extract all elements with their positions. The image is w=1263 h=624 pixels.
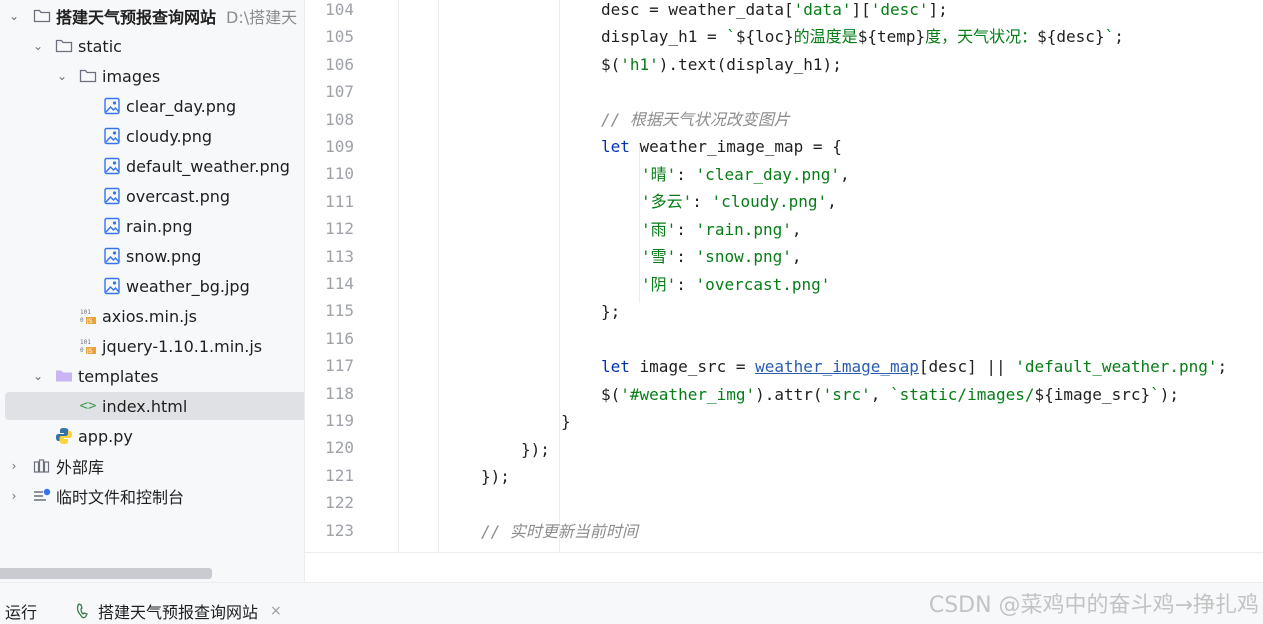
- close-icon[interactable]: ×: [270, 603, 282, 619]
- tree-item-static[interactable]: ⌄ static: [0, 31, 304, 61]
- code-line: });: [481, 467, 510, 486]
- image-file-icon: [102, 156, 122, 176]
- tree-label: templates: [78, 366, 159, 386]
- run-label[interactable]: 运行: [5, 599, 37, 623]
- chevron-down-icon[interactable]: ⌄: [54, 69, 70, 83]
- tree-item-image-file[interactable]: clear_day.png: [0, 91, 304, 121]
- js-file-icon: 101 0 JS: [78, 306, 98, 326]
- folder-icon: [78, 66, 98, 86]
- horizontal-scrollbar[interactable]: [0, 568, 212, 579]
- tree-label: images: [102, 66, 161, 86]
- tree-item-image-file[interactable]: snow.png: [0, 241, 304, 271]
- code-line: };: [601, 302, 621, 321]
- tree-item-image-file[interactable]: cloudy.png: [0, 121, 304, 151]
- svg-text:JS: JS: [86, 318, 93, 325]
- tree-label: static: [78, 36, 122, 56]
- folder-icon: [54, 366, 74, 386]
- line-number: 122: [325, 493, 354, 513]
- tree-item-image-file[interactable]: overcast.png: [0, 181, 304, 211]
- tree-item-project[interactable]: ⌄ 搭建天气预报查询网站 D:\搭建天: [0, 1, 304, 31]
- svg-text:0: 0: [80, 317, 84, 324]
- symbol-link: weather_image_map: [755, 357, 919, 376]
- run-config-icon: [74, 601, 94, 621]
- image-file-icon: [102, 276, 122, 296]
- tree-label: app.py: [78, 426, 133, 446]
- code-line: desc = weather_data['data']['desc'];: [601, 0, 948, 19]
- image-file-icon: [102, 246, 122, 266]
- tree-label: default_weather.png: [126, 156, 290, 176]
- code-line: '雪': 'snow.png',: [641, 247, 802, 266]
- tree-item-jquery[interactable]: 101 0 JS jquery-1.10.1.min.js: [0, 331, 304, 361]
- tree-label: overcast.png: [126, 186, 231, 206]
- line-number: 116: [325, 328, 354, 348]
- project-path: D:\搭建天: [226, 8, 298, 27]
- tree-label: snow.png: [126, 246, 202, 266]
- tree-label: rain.png: [126, 216, 193, 236]
- project-tree: ⌄ 搭建天气预报查询网站 D:\搭建天 ⌄ static ⌄ images cl…: [0, 0, 305, 582]
- code-editor[interactable]: 104 105 106 107 108 109 110 111 112 113 114 115 116 1…: [305, 0, 1263, 552]
- code-comment: // 根据天气状况改变图片: [601, 110, 790, 129]
- image-file-icon: [102, 186, 122, 206]
- tree-item-axios[interactable]: 101 0 JS axios.min.js: [0, 301, 304, 331]
- run-tab[interactable]: 搭建天气预报查询网站 ×: [74, 599, 282, 623]
- svg-text:JS: JS: [86, 348, 93, 355]
- tree-label: 外部库: [56, 458, 105, 477]
- chevron-right-icon[interactable]: ›: [6, 489, 22, 503]
- chevron-right-icon[interactable]: ›: [6, 459, 22, 473]
- tree-label: axios.min.js: [102, 306, 197, 326]
- code-line: '多云': 'cloudy.png',: [641, 192, 837, 211]
- python-file-icon: [54, 426, 74, 446]
- tree-item-image-file[interactable]: rain.png: [0, 211, 304, 241]
- library-icon: [32, 456, 52, 476]
- code-line: let weather_image_map = {: [601, 137, 842, 156]
- chevron-down-icon[interactable]: ⌄: [30, 39, 46, 53]
- image-file-icon: [102, 96, 122, 116]
- tree-item-images[interactable]: ⌄ images: [0, 61, 304, 91]
- image-file-icon: [102, 126, 122, 146]
- code-line: let image_src = weather_image_map[desc] …: [601, 357, 1228, 376]
- folder-icon: [54, 36, 74, 56]
- chevron-down-icon[interactable]: ⌄: [30, 369, 46, 383]
- watermark: CSDN @菜鸡中的奋斗鸡→挣扎鸡: [928, 593, 1259, 618]
- html-file-icon: <>: [79, 398, 97, 414]
- svg-text:101: 101: [80, 339, 91, 346]
- tree-label: jquery-1.10.1.min.js: [102, 336, 263, 356]
- tree-label: clear_day.png: [126, 96, 237, 116]
- folder-icon: [32, 6, 52, 26]
- tree-item-image-file[interactable]: default_weather.png: [0, 151, 304, 181]
- editor-divider: [305, 552, 1263, 553]
- code-line: '阴': 'overcast.png': [641, 275, 831, 294]
- tree-label: 临时文件和控制台: [56, 488, 185, 507]
- tree-item-app-py[interactable]: app.py: [0, 421, 304, 451]
- code-line: display_h1 = `${loc}的温度是${temp}度，天气状况：${…: [601, 27, 1124, 46]
- line-number: 107: [325, 82, 354, 102]
- tree-item-external-libs[interactable]: › 外部库: [0, 451, 304, 481]
- tree-item-templates[interactable]: ⌄ templates: [0, 361, 304, 391]
- svg-text:0: 0: [80, 347, 84, 354]
- svg-text:101: 101: [80, 309, 91, 316]
- code-line: $('h1').text(display_h1);: [601, 55, 842, 74]
- code-comment: // 实时更新当前时间: [481, 522, 638, 541]
- scratches-icon: [32, 486, 52, 506]
- tree-label: index.html: [102, 396, 188, 416]
- code-line: '晴': 'clear_day.png',: [641, 165, 850, 184]
- project-name: 搭建天气预报查询网站: [56, 8, 217, 27]
- tree-item-index-html[interactable]: <> index.html: [0, 391, 304, 421]
- run-tool-window-bar: 运行 搭建天气预报查询网站 × CSDN @菜鸡中的奋斗鸡→挣扎鸡: [0, 582, 1263, 624]
- tree-label: weather_bg.jpg: [126, 276, 250, 296]
- run-tab-label: 搭建天气预报查询网站: [98, 603, 259, 622]
- code-line: $('#weather_img').attr('src', `static/im…: [601, 385, 1179, 404]
- js-file-icon: 101 0 JS: [78, 336, 98, 356]
- tree-item-scratches[interactable]: › 临时文件和控制台: [0, 481, 304, 511]
- code-line: '雨': 'rain.png',: [641, 220, 802, 239]
- tree-label: cloudy.png: [126, 126, 213, 146]
- tree-item-image-file[interactable]: weather_bg.jpg: [0, 271, 304, 301]
- chevron-down-icon[interactable]: ⌄: [6, 9, 22, 23]
- image-file-icon: [102, 216, 122, 236]
- code-line: }: [561, 412, 571, 431]
- code-line: });: [521, 440, 550, 459]
